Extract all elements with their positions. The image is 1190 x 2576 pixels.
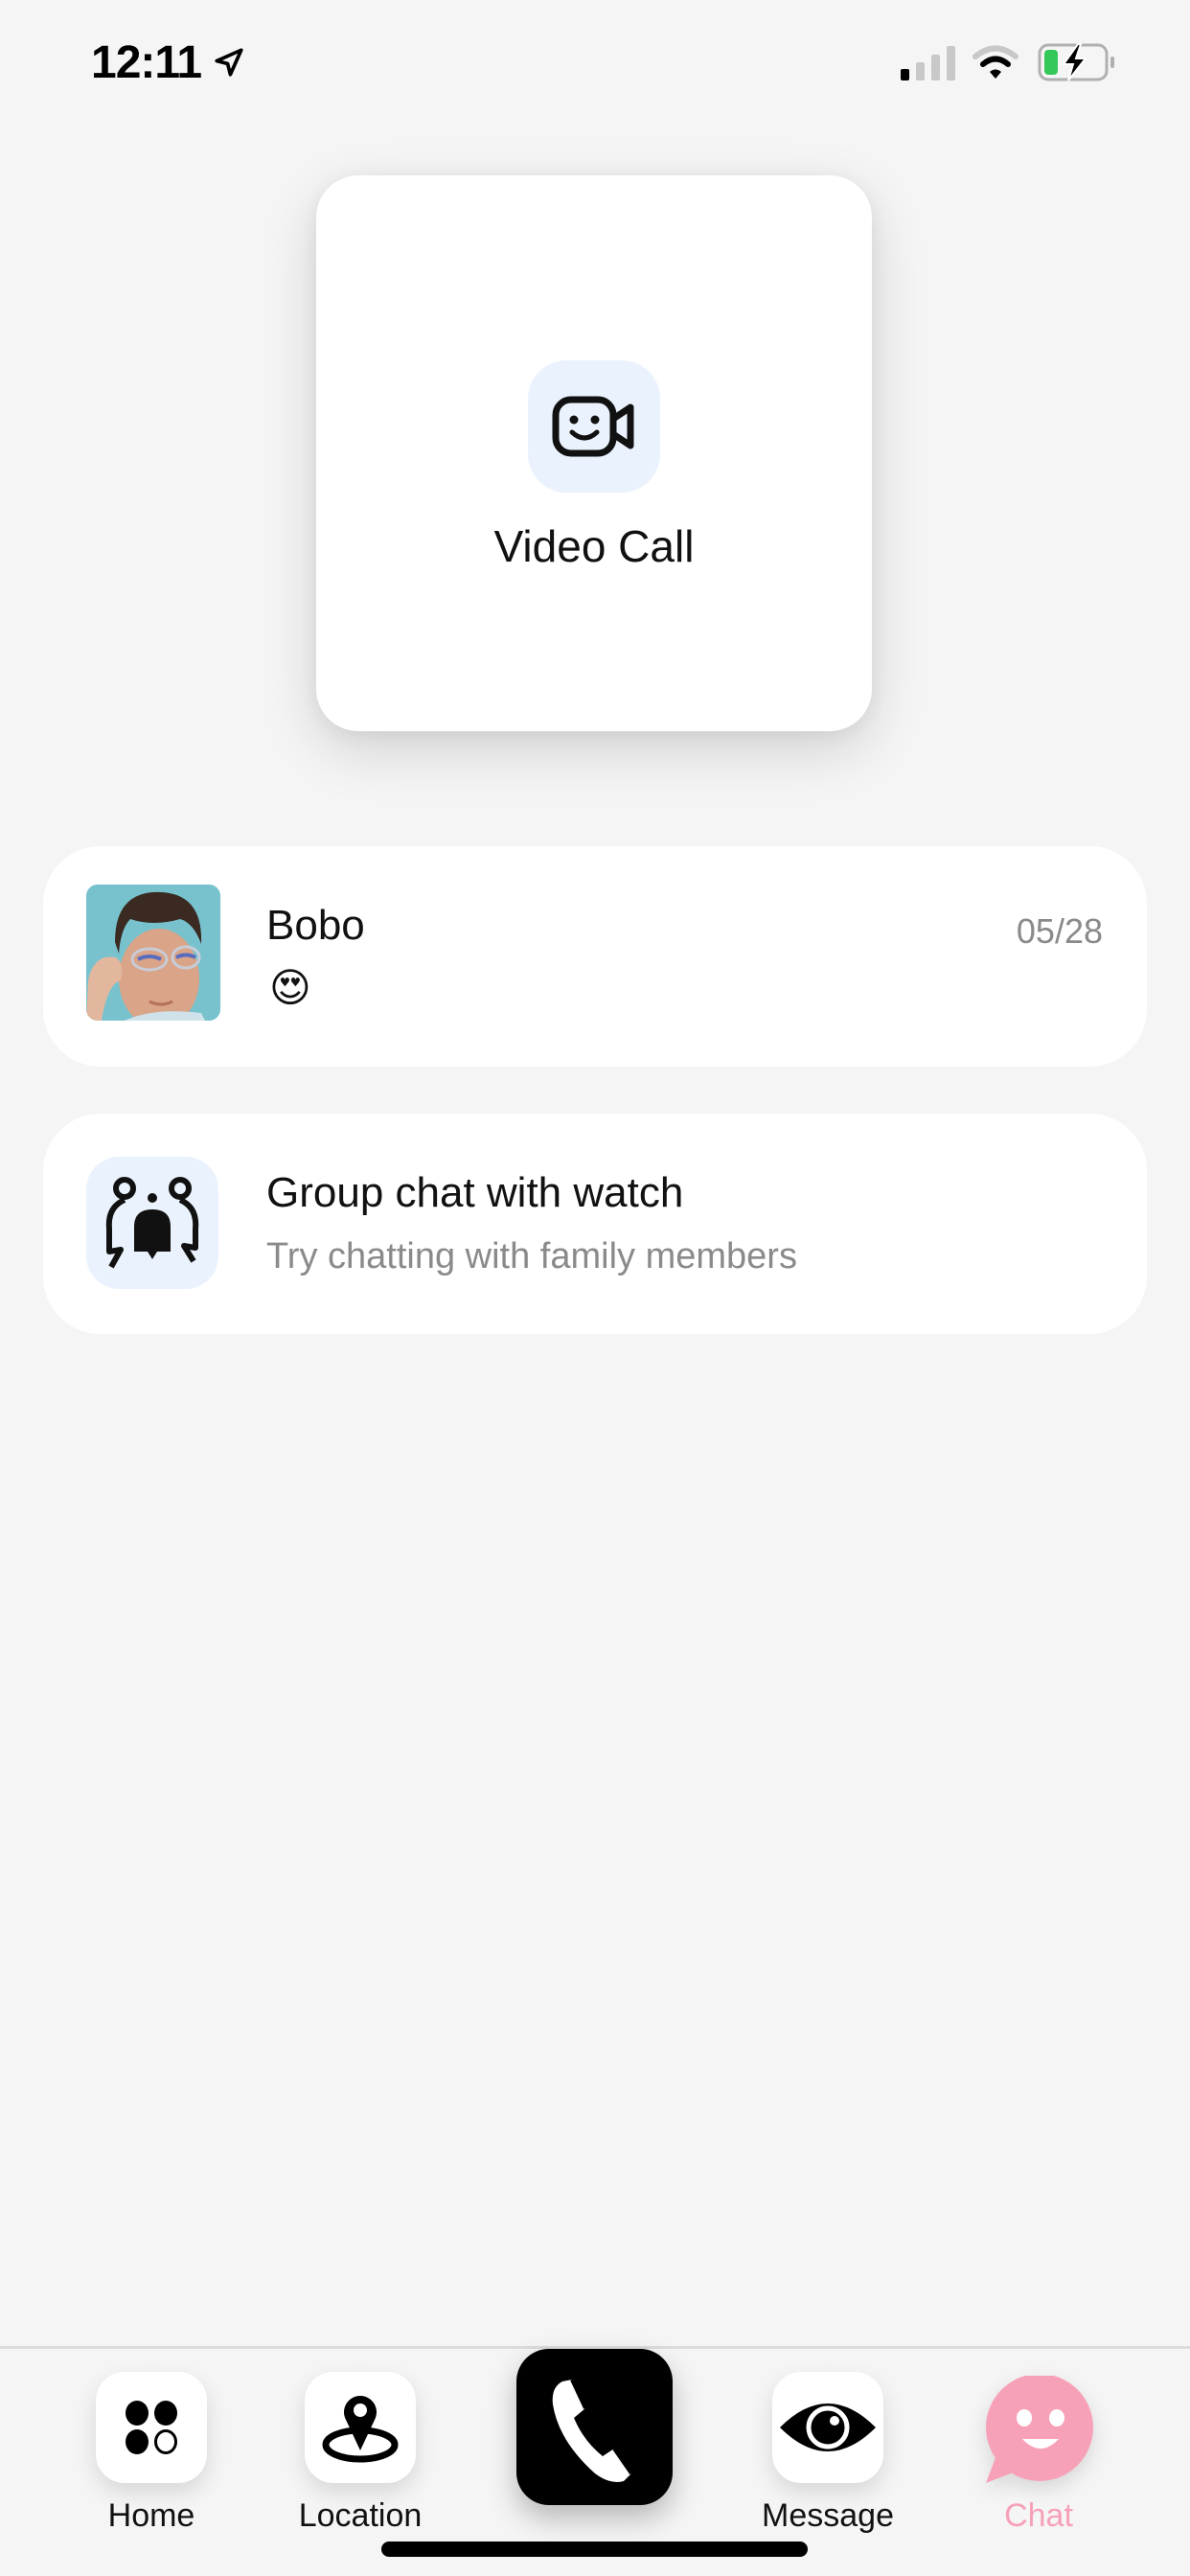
message-date: 05/28: [1016, 911, 1103, 951]
group-chat-card[interactable]: Group chat with watch Try chatting with …: [43, 1114, 1147, 1334]
status-bar: 12:11: [0, 0, 1190, 125]
video-call-label: Video Call: [493, 521, 695, 571]
video-call-icon-tile: [528, 360, 660, 493]
location-tile: [305, 2372, 416, 2483]
tab-message[interactable]: Message: [733, 2360, 894, 2542]
tab-chat[interactable]: Chat: [944, 2360, 1097, 2542]
tab-label-home: Home: [107, 2497, 195, 2534]
wifi-icon: [973, 45, 1018, 79]
tab-label-message: Message: [762, 2497, 894, 2534]
video-call-card[interactable]: Video Call: [316, 175, 872, 731]
chat-smile-icon: [986, 2376, 1093, 2483]
location-arrow-icon: [215, 48, 243, 77]
home-indicator: [381, 2542, 808, 2557]
avatar: [86, 885, 220, 1021]
home-dots-icon: [126, 2401, 177, 2454]
tab-label-chat: Chat: [1004, 2497, 1073, 2534]
group-chat-subtitle: Try chatting with family members: [266, 1236, 797, 1276]
last-message-emoji: 😍: [269, 965, 311, 1010]
tab-label-location: Location: [298, 2497, 423, 2534]
tab-location[interactable]: Location: [265, 2360, 422, 2542]
cellular-signal-icon: [901, 46, 955, 80]
phone-icon: [552, 2378, 633, 2482]
phone-call-button[interactable]: [516, 2349, 673, 2505]
video-camera-smile-icon: [552, 396, 634, 457]
group-chat-title: Group chat with watch: [266, 1169, 684, 1216]
contact-name: Bobo: [266, 902, 365, 949]
group-chat-icon: [105, 1177, 199, 1269]
eye-icon: [780, 2404, 876, 2451]
chat-list-item-bobo[interactable]: Bobo 05/28 😍: [43, 846, 1147, 1067]
location-pin-icon: [322, 2396, 399, 2463]
status-time: 12:11: [91, 37, 202, 88]
message-tile: [772, 2372, 883, 2483]
home-tile: [96, 2372, 207, 2483]
group-chat-icon-tile: [86, 1157, 218, 1289]
tab-home[interactable]: Home: [57, 2360, 210, 2542]
battery-charging-icon: [1038, 43, 1114, 81]
